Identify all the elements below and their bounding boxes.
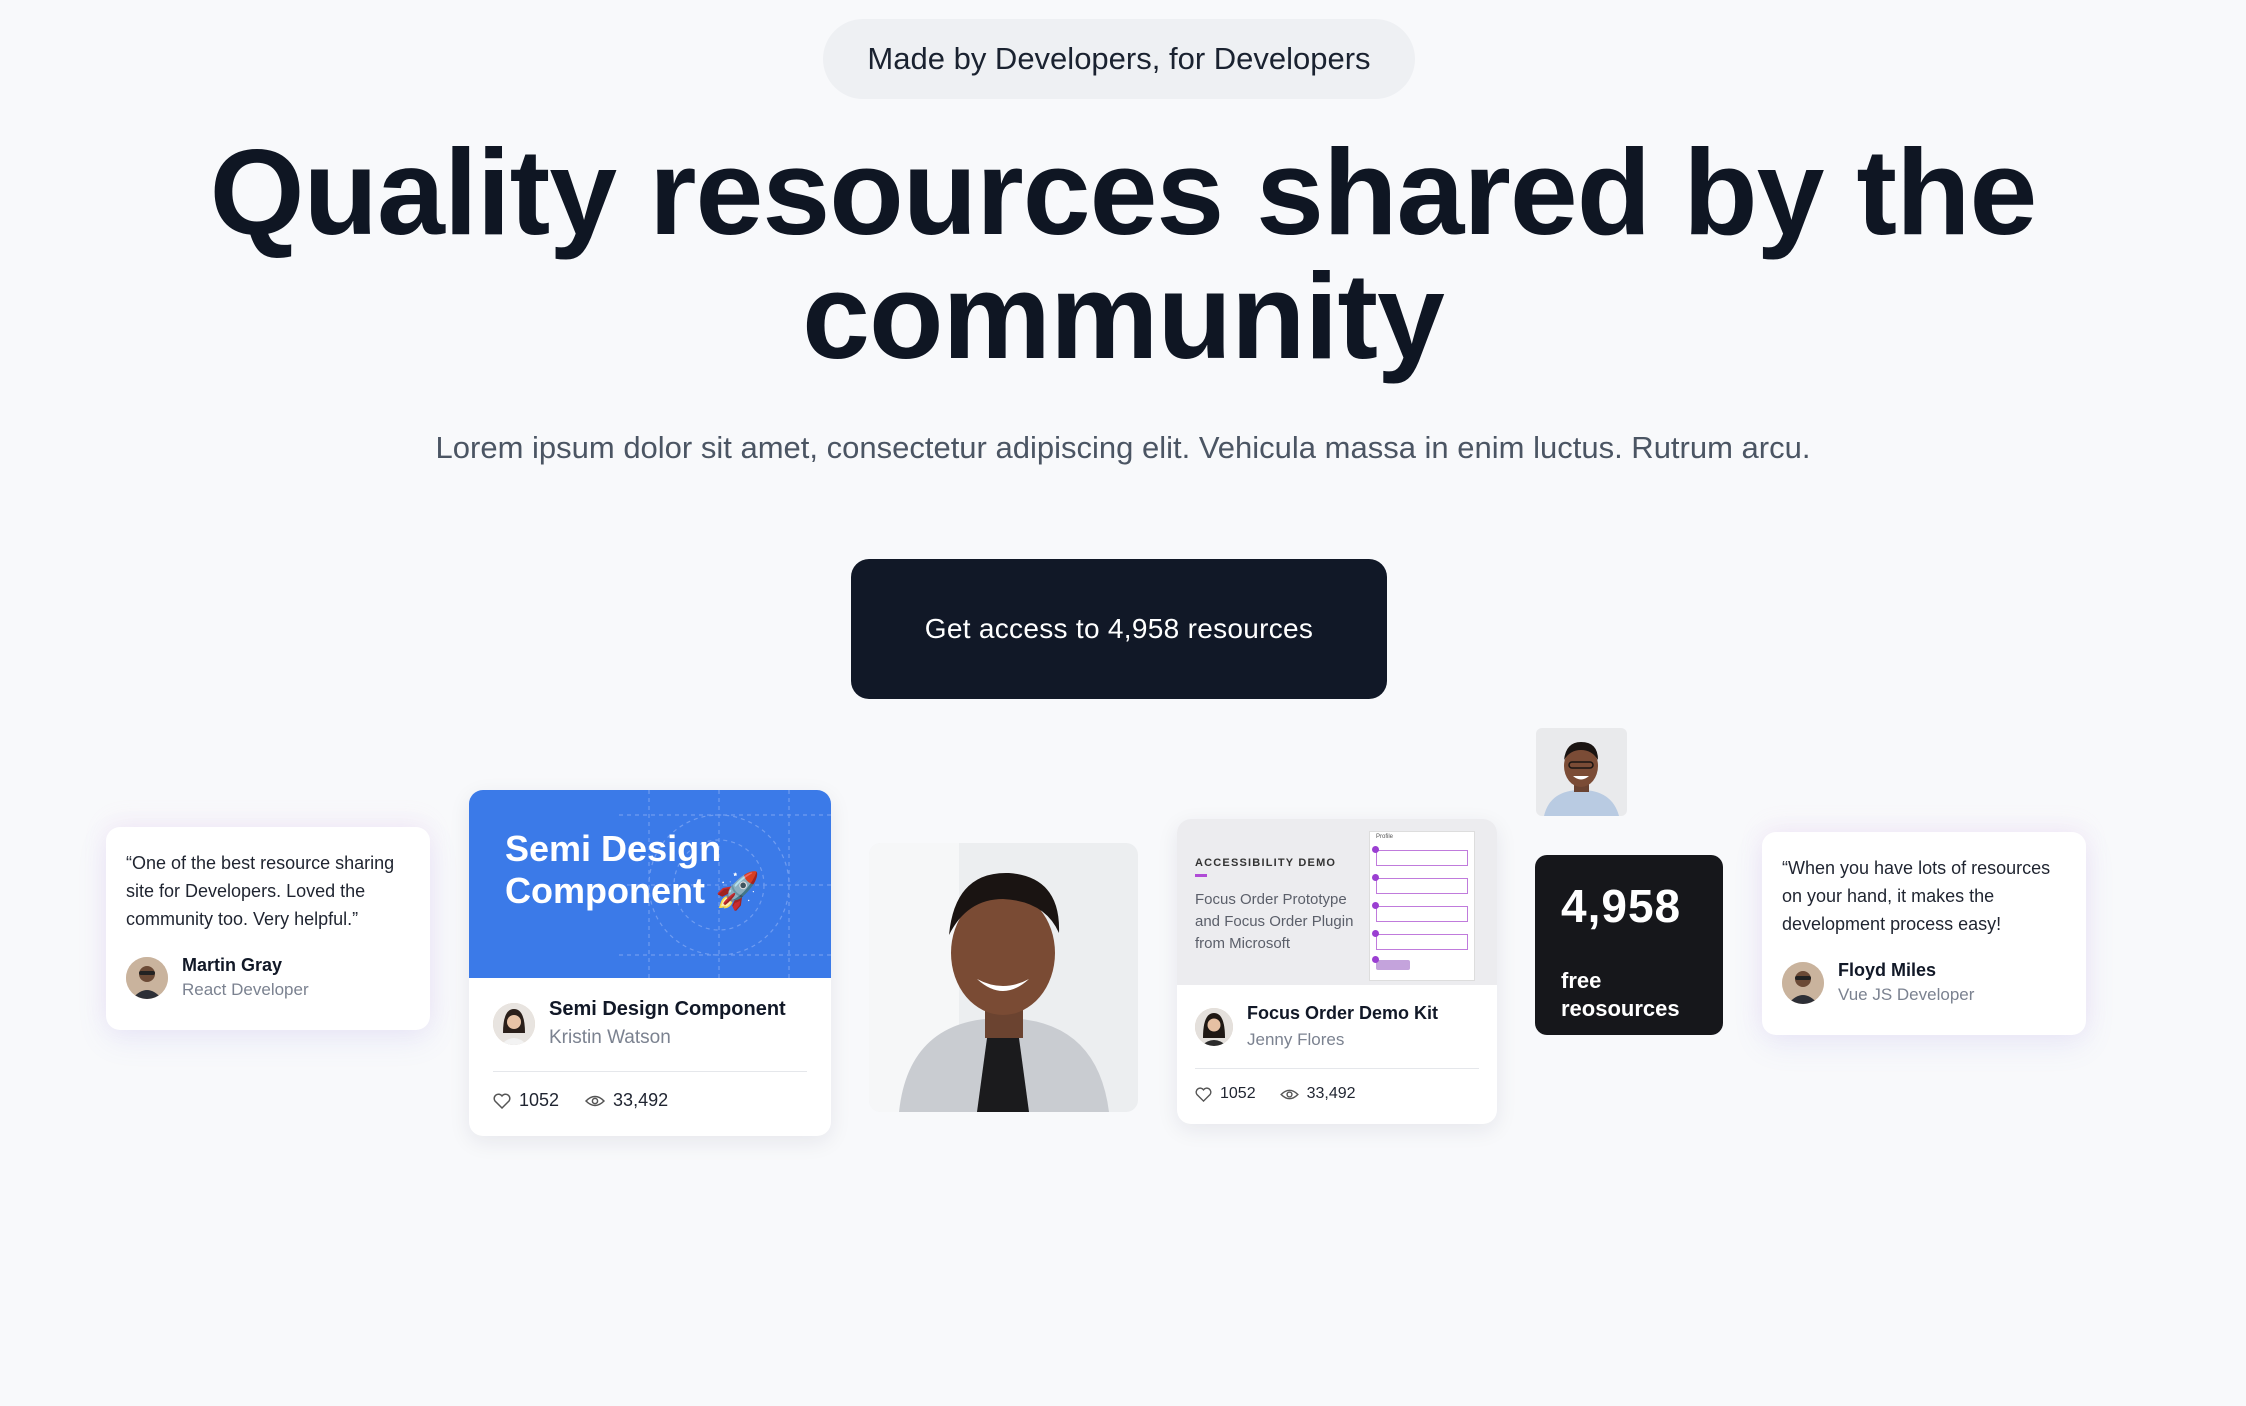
- resource-author-row: Semi Design Component Kristin Watson: [493, 998, 807, 1049]
- likes-stat[interactable]: 1052: [493, 1090, 559, 1111]
- focus-dot: [1372, 930, 1379, 937]
- views-count: 33,492: [613, 1090, 669, 1110]
- form-preview-row: [1376, 906, 1468, 922]
- eye-icon: [1279, 1089, 1299, 1099]
- resource-stats: 1052 33,492: [493, 1090, 807, 1111]
- resource-banner: Semi Design Component 🚀: [469, 790, 831, 978]
- divider: [1195, 1068, 1479, 1069]
- tagline-badge: Made by Developers, for Developers: [823, 19, 1415, 99]
- resource-description: Focus Order Prototype and Focus Order Pl…: [1195, 891, 1354, 952]
- resource-card-semi-design[interactable]: Semi Design Component 🚀 Semi Design Comp…: [469, 790, 831, 1136]
- focus-dot: [1372, 874, 1379, 881]
- testimonial-role: Vue JS Developer: [1838, 985, 1975, 1004]
- resource-count-label: free reosources: [1561, 968, 1680, 1021]
- heart-icon: [1195, 1086, 1212, 1102]
- resource-count-number: 4,958: [1561, 880, 1682, 932]
- form-preview-row: [1376, 878, 1468, 894]
- resource-title[interactable]: Focus Order Demo Kit: [1247, 1003, 1438, 1024]
- views-count: 33,492: [1306, 1085, 1356, 1102]
- avatar: [493, 1002, 535, 1045]
- accent-bar: [1195, 874, 1207, 877]
- focus-dot: [1372, 902, 1379, 909]
- resource-card-focus-order[interactable]: ACCESSIBILITY DEMO Focus Order Prototype…: [1177, 819, 1497, 1124]
- focus-dot: [1372, 956, 1379, 963]
- community-member-photo: [869, 843, 1138, 1112]
- likes-stat[interactable]: 1052: [1195, 1085, 1256, 1103]
- testimonial-name: Floyd Miles: [1838, 960, 1937, 980]
- resource-kicker: ACCESSIBILITY DEMO: [1195, 857, 1337, 869]
- views-stat: 33,492: [585, 1090, 668, 1111]
- testimonial-quote: “One of the best resource sharing site f…: [126, 853, 395, 929]
- avatar: [1195, 1007, 1233, 1046]
- form-preview-label: Profile: [1376, 834, 1394, 840]
- testimonial-author: Martin Gray React Developer: [126, 955, 410, 1000]
- resource-author-row: Focus Order Demo Kit Jenny Flores: [1195, 1003, 1479, 1050]
- eye-icon: [585, 1095, 606, 1106]
- testimonial-card-martin: “One of the best resource sharing site f…: [106, 827, 430, 1030]
- testimonial-name: Martin Gray: [182, 955, 283, 975]
- hero-title: Quality resources shared by the communit…: [209, 124, 2038, 384]
- hero-subtitle: Lorem ipsum dolor sit amet, consectetur …: [435, 430, 1811, 465]
- resource-author: Kristin Watson: [549, 1027, 671, 1048]
- views-stat: 33,492: [1279, 1085, 1356, 1103]
- testimonial-author: Floyd Miles Vue JS Developer: [1782, 960, 2066, 1005]
- form-preview-row: [1376, 850, 1468, 866]
- avatar: [1782, 961, 1824, 1004]
- resource-stats: 1052 33,492: [1195, 1085, 1479, 1103]
- resource-author: Jenny Flores: [1247, 1030, 1345, 1049]
- resource-title[interactable]: Semi Design Component: [549, 998, 786, 1021]
- testimonial-quote: “When you have lots of resources on your…: [1782, 858, 2051, 934]
- resource-preview: ACCESSIBILITY DEMO Focus Order Prototype…: [1177, 819, 1497, 985]
- likes-count: 1052: [519, 1090, 560, 1110]
- testimonial-role: React Developer: [182, 980, 309, 999]
- testimonial-card-floyd: “When you have lots of resources on your…: [1762, 832, 2086, 1035]
- likes-count: 1052: [1220, 1085, 1256, 1102]
- community-member-photo: [1536, 728, 1627, 816]
- form-preview-row: [1376, 934, 1468, 950]
- form-preview-button: [1376, 960, 1410, 970]
- divider: [493, 1071, 807, 1072]
- avatar: [126, 956, 168, 999]
- heart-icon: [493, 1093, 511, 1109]
- get-access-button[interactable]: Get access to 4,958 resources: [851, 559, 1387, 699]
- resource-banner-text: Semi Design Component 🚀: [505, 828, 760, 911]
- focus-dot: [1372, 846, 1379, 853]
- form-preview: Profile: [1369, 831, 1475, 981]
- resource-count-card: 4,958 free reosources: [1535, 855, 1723, 1035]
